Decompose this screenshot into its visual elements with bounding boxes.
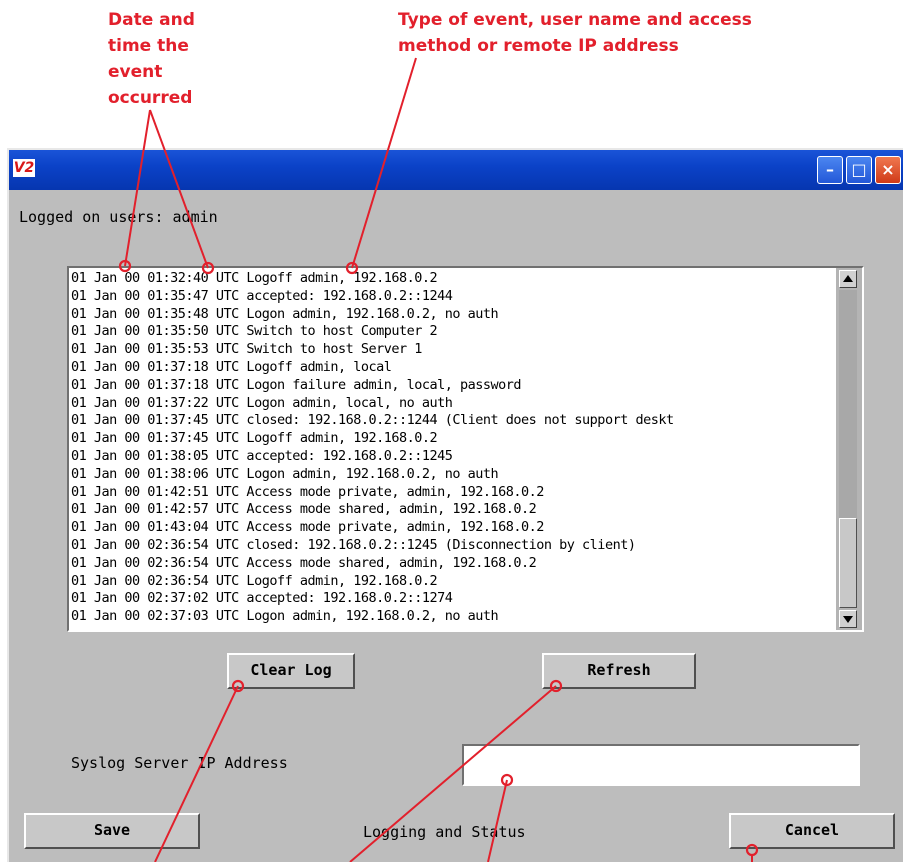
log-entry: 01 Jan 00 02:36:54 UTC closed: 192.168.0… (71, 536, 636, 553)
log-entry: 01 Jan 00 01:35:53 UTC Switch to host Se… (71, 341, 422, 358)
log-entry: 01 Jan 00 02:37:03 UTC Logon admin, 192.… (71, 608, 499, 625)
log-entry: 01 Jan 00 02:36:54 UTC Logoff admin, 192… (71, 572, 438, 589)
title-bar[interactable]: V2 – □ × (9, 150, 903, 190)
log-entry: 01 Jan 00 01:42:51 UTC Access mode priva… (71, 483, 544, 500)
log-entry: 01 Jan 00 01:32:40 UTC Logoff admin, 192… (71, 270, 438, 286)
maximize-button[interactable]: □ (846, 156, 872, 184)
syslog-server-label: Syslog Server IP Address (71, 754, 288, 772)
log-entry: 01 Jan 00 01:35:48 UTC Logon admin, 192.… (71, 305, 499, 322)
arrow-up-icon (843, 275, 853, 282)
scroll-down-button[interactable] (839, 610, 857, 628)
logging-status-window: V2 – □ × Logged on users: admin 01 Jan 0… (7, 148, 903, 862)
save-button[interactable]: Save (24, 813, 200, 849)
log-entry: 01 Jan 00 01:37:18 UTC Logon failure adm… (71, 376, 522, 393)
annotation-date-time: Date and time the event occurred (108, 10, 195, 108)
log-entry: 01 Jan 00 01:42:57 UTC Access mode share… (71, 501, 537, 518)
log-entry: 01 Jan 00 02:36:54 UTC Access mode share… (71, 554, 537, 571)
log-entry: 01 Jan 00 01:37:45 UTC closed: 192.168.0… (71, 412, 674, 429)
log-entry: 01 Jan 00 01:37:45 UTC Logoff admin, 192… (71, 430, 438, 447)
app-logo-icon: V2 (13, 159, 35, 177)
log-entry: 01 Jan 00 01:37:18 UTC Logoff admin, loc… (71, 358, 392, 375)
log-entry: 01 Jan 00 01:38:06 UTC Logon admin, 192.… (71, 465, 499, 482)
arrow-down-icon (843, 616, 853, 623)
log-entry: 01 Jan 00 01:35:50 UTC Switch to host Co… (71, 323, 438, 340)
scroll-up-button[interactable] (839, 270, 857, 288)
log-entry: 01 Jan 00 01:38:05 UTC accepted: 192.168… (71, 447, 453, 464)
refresh-button[interactable]: Refresh (542, 653, 696, 689)
log-entry: 01 Jan 00 02:37:02 UTC accepted: 192.168… (71, 590, 453, 607)
log-entry: 01 Jan 00 01:43:04 UTC Access mode priva… (71, 519, 544, 536)
event-log-list: 01 Jan 00 01:32:40 UTC Logoff admin, 192… (71, 270, 833, 628)
clear-log-button[interactable]: Clear Log (227, 653, 355, 689)
close-button[interactable]: × (875, 156, 901, 184)
log-scrollbar[interactable] (836, 268, 862, 630)
scroll-thumb[interactable] (839, 518, 857, 608)
log-entry: 01 Jan 00 01:35:47 UTC accepted: 192.168… (71, 287, 453, 304)
cancel-button[interactable]: Cancel (729, 813, 895, 849)
event-log-box[interactable]: 01 Jan 00 01:32:40 UTC Logoff admin, 192… (67, 266, 864, 632)
minimize-button[interactable]: – (817, 156, 843, 184)
logged-on-users-label: Logged on users: admin (19, 208, 218, 226)
syslog-server-ip-input[interactable] (462, 744, 860, 786)
log-entry: 01 Jan 00 01:37:22 UTC Logon admin, loca… (71, 394, 453, 411)
annotation-event-type: Type of event, user name and access meth… (398, 10, 752, 56)
page-title: Logging and Status (363, 823, 526, 841)
